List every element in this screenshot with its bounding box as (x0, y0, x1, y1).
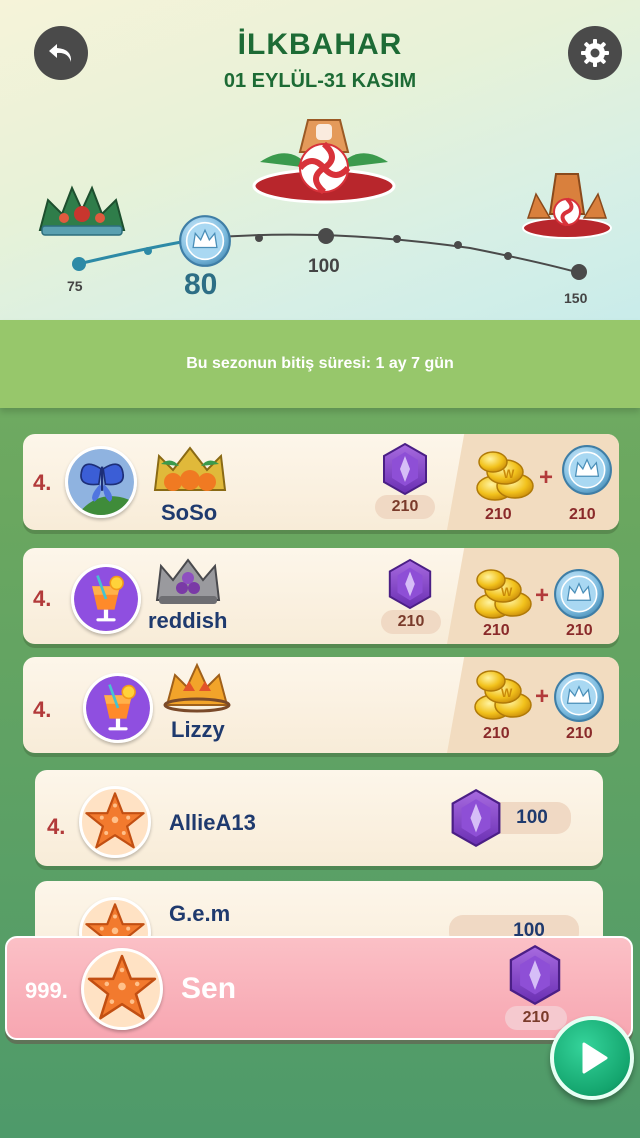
crown-progress-badge-icon (178, 214, 232, 268)
score-pill: 210 (375, 495, 435, 519)
my-player-name: Sen (181, 972, 237, 1005)
leaderboard-row[interactable]: 4. SoSo 210 + 210 210 (23, 434, 619, 530)
christmas-tree-crown-icon (38, 185, 126, 236)
reward-crowns-value: 210 (569, 506, 596, 523)
pumpkin-crown-icon (153, 446, 227, 491)
cocktail-avatar-icon (74, 567, 138, 631)
leaderboard-row[interactable]: 4. reddish 210 + 210 210 (23, 548, 619, 644)
butterfly-avatar-icon (68, 449, 134, 515)
reward-coins-value: 210 (483, 622, 510, 639)
gold-coins-icon (471, 667, 535, 721)
gem-icon (505, 944, 565, 1006)
play-button[interactable] (550, 1016, 634, 1100)
rank-label: 4. (33, 470, 52, 495)
leaderboard-row[interactable]: 4. AllieA13 100 (35, 770, 603, 866)
crown-coin-icon (553, 568, 605, 620)
avatar (83, 673, 153, 743)
crown-coin-icon (553, 671, 605, 723)
gold-coins-icon (473, 448, 537, 502)
plus-sign: + (535, 683, 550, 710)
grape-crown-icon (155, 558, 221, 604)
gem-icon (385, 558, 435, 610)
rank-label: 4. (33, 586, 52, 611)
play-icon (582, 1042, 608, 1074)
gold-coins-icon (471, 566, 535, 620)
player-name: AllieA13 (169, 810, 256, 835)
avatar (79, 786, 151, 858)
season-end-banner: Bu sezonun bitiş süresi: 1 ay 7 gün (0, 320, 640, 408)
milestone-label: 100 (308, 256, 340, 277)
leaderboard-row[interactable]: 4. Lizzy + 210 210 (23, 657, 619, 753)
plus-sign: + (535, 582, 550, 609)
starfish-avatar-icon (84, 951, 160, 1027)
plus-sign: + (539, 464, 554, 491)
my-rank-label: 999. (25, 978, 68, 1003)
player-name: Lizzy (171, 717, 225, 742)
my-score-pill: 210 (505, 1006, 567, 1030)
player-name: reddish (148, 608, 228, 633)
milestone-label: 150 (564, 290, 588, 306)
autumn-leaf-crown-icon (163, 662, 231, 713)
candy-crown-icon (252, 119, 396, 204)
gem-icon (447, 788, 505, 848)
gingerbread-crown-icon (522, 173, 612, 239)
season-end-text: Bu sezonun bitiş süresi: 1 ay 7 gün (186, 355, 454, 372)
starfish-avatar-icon (82, 789, 148, 855)
avatar (65, 446, 137, 518)
score-pill: 210 (381, 610, 441, 634)
gem-icon (379, 442, 431, 496)
reward-crowns-value: 210 (566, 622, 593, 639)
avatar (71, 564, 141, 634)
rank-label: 4. (33, 697, 52, 722)
my-rank-row[interactable]: 999. Sen 210 (5, 936, 633, 1040)
player-name: G.e.m (169, 901, 231, 926)
reward-coins-value: 210 (485, 506, 512, 523)
rank-label: 4. (47, 814, 66, 839)
season-header: İLKBAHAR 01 EYLÜL-31 KASIM 80 75 100 150 (0, 0, 640, 320)
reward-coins-value: 210 (483, 725, 510, 742)
my-avatar (81, 948, 163, 1030)
crown-coin-icon (561, 444, 613, 496)
current-crowns-value: 80 (184, 268, 218, 301)
reward-crowns-value: 210 (566, 725, 593, 742)
milestone-label: 75 (67, 278, 83, 294)
player-name: SoSo (161, 500, 218, 525)
cocktail-avatar-icon (86, 676, 150, 740)
